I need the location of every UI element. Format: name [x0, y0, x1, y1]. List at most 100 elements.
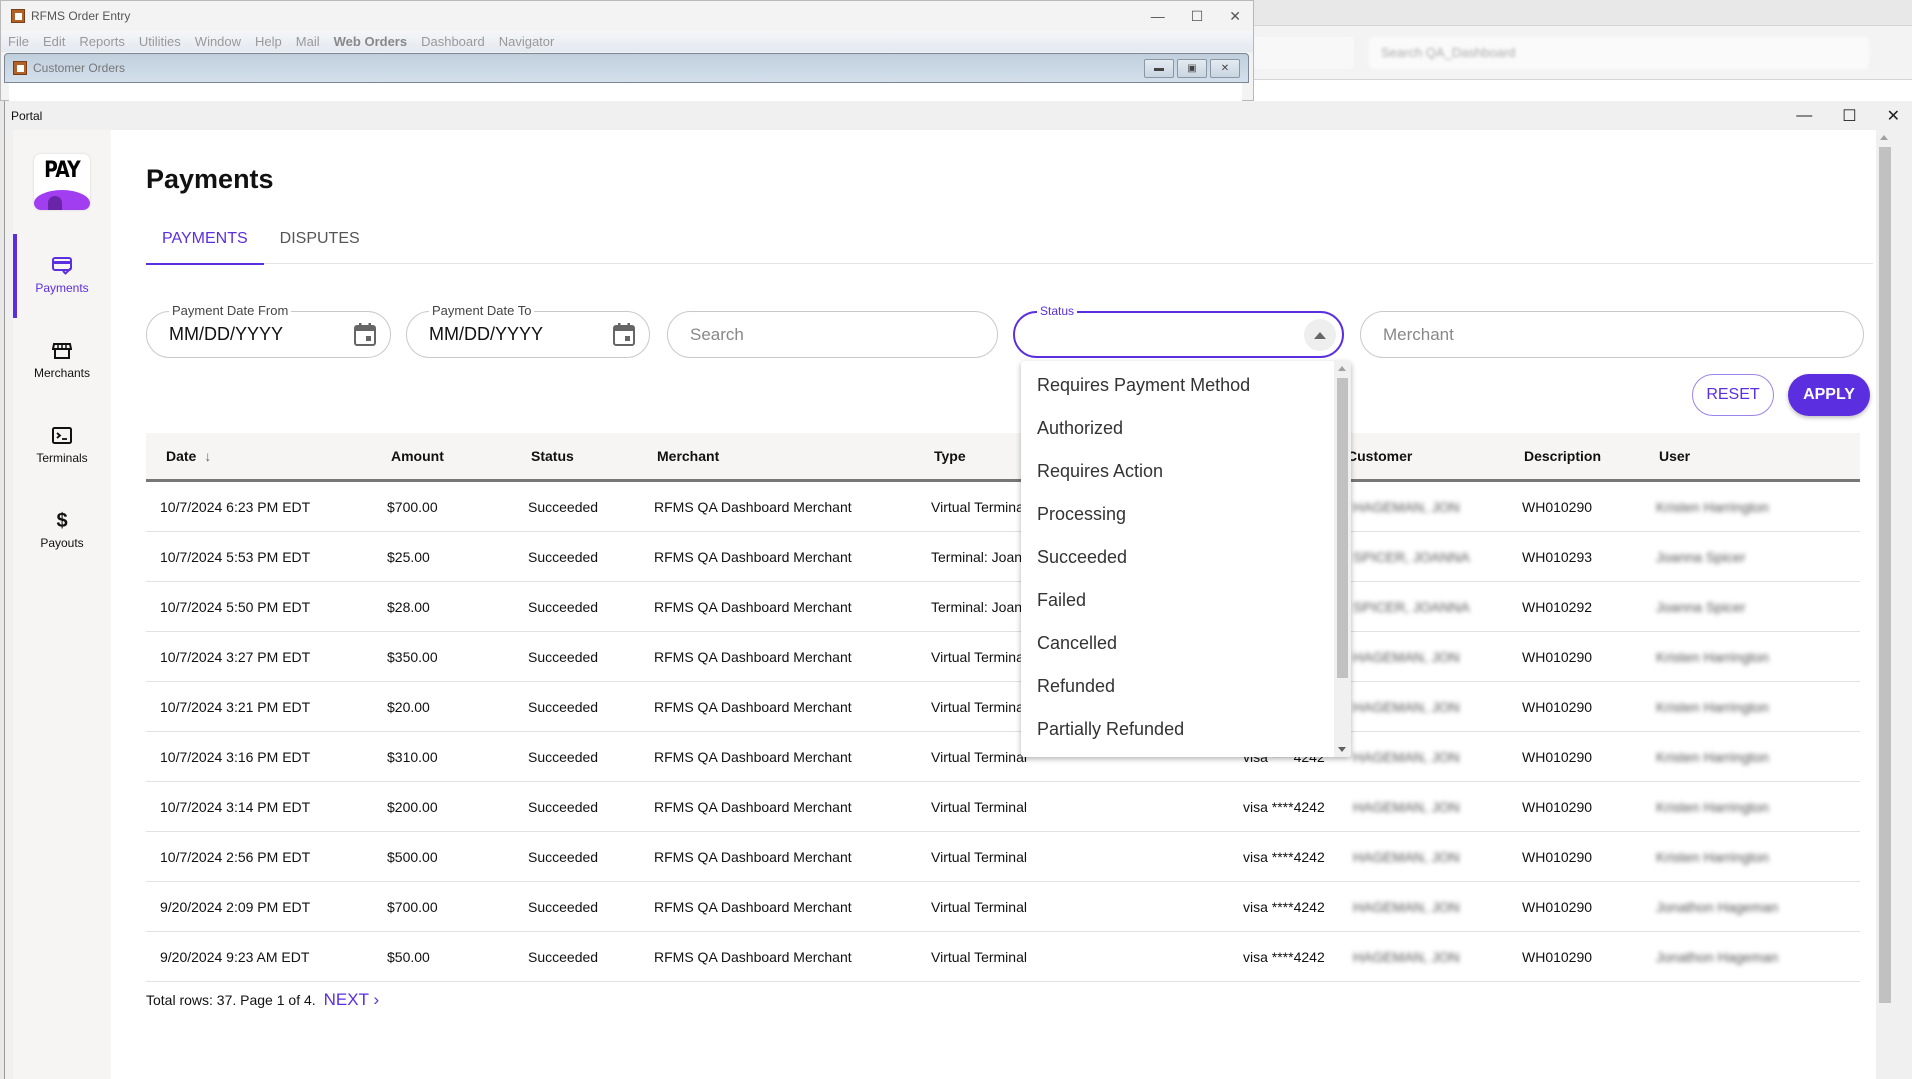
close-icon[interactable]: ✕: [1229, 8, 1241, 25]
column-header-amount[interactable]: Amount: [391, 433, 444, 479]
cell-card: visa ****4242: [1243, 948, 1325, 965]
cell-merchant: RFMS QA Dashboard Merchant: [654, 748, 852, 765]
sidebar-item-label: Payments: [35, 281, 89, 295]
customer-orders-title: Customer Orders: [33, 61, 126, 75]
menu-reports[interactable]: Reports: [79, 34, 125, 49]
scroll-up-icon[interactable]: [1338, 366, 1346, 371]
child-close-button[interactable]: ✕: [1210, 59, 1240, 78]
cell-merchant: RFMS QA Dashboard Merchant: [654, 948, 852, 965]
dropdown-scroll-thumb[interactable]: [1337, 378, 1348, 678]
calendar-icon[interactable]: [354, 322, 376, 346]
maximize-icon[interactable]: ☐: [1191, 8, 1204, 25]
menu-edit[interactable]: Edit: [43, 34, 65, 49]
scroll-up-icon[interactable]: [1880, 135, 1888, 140]
cell-date: 10/7/2024 3:27 PM EDT: [160, 648, 311, 665]
column-header-customer[interactable]: Customer: [1347, 433, 1412, 479]
merchant-input[interactable]: Merchant: [1360, 311, 1864, 358]
minimize-icon[interactable]: —: [1796, 107, 1812, 125]
table-row[interactable]: 10/7/2024 5:50 PM EDT $28.00 Succeeded RFMS…: [146, 582, 1860, 632]
menu-window[interactable]: Window: [195, 34, 241, 49]
status-option[interactable]: Refunded: [1037, 676, 1115, 697]
cell-customer: HAGEMAN, JON: [1353, 798, 1460, 815]
cell-user: Kristen Harrington: [1656, 748, 1769, 765]
page-scrollbar[interactable]: [1876, 130, 1893, 1079]
cell-status: Succeeded: [528, 498, 599, 515]
cell-status: Succeeded: [528, 848, 599, 865]
column-header-date[interactable]: Date ↓: [166, 433, 211, 479]
table-row[interactable]: 9/20/2024 9:23 AM EDT $50.00 Succeeded RFMS…: [146, 932, 1860, 982]
status-option[interactable]: Failed: [1037, 590, 1086, 611]
status-option[interactable]: Requires Action: [1037, 461, 1163, 482]
cell-user: Jonathon Hageman: [1656, 898, 1779, 915]
menu-help[interactable]: Help: [255, 34, 282, 49]
search-input[interactable]: Search: [667, 311, 998, 358]
page-scroll-thumb[interactable]: [1879, 147, 1891, 1003]
table-row[interactable]: 9/20/2024 2:09 PM EDT $700.00 Succeeded RFM…: [146, 882, 1860, 932]
column-header-type[interactable]: Type: [934, 433, 966, 479]
cell-user: Jonathon Hageman: [1656, 948, 1779, 965]
reset-button[interactable]: RESET: [1692, 374, 1774, 416]
status-option[interactable]: Authorized: [1037, 418, 1123, 439]
menu-dashboard[interactable]: Dashboard: [421, 34, 485, 49]
cell-date: 10/7/2024 5:53 PM EDT: [160, 548, 311, 565]
cell-status: Succeeded: [528, 548, 599, 565]
table-row[interactable]: 10/7/2024 3:14 PM EDT $200.00 Succeeded RFM…: [146, 782, 1860, 832]
payment-date-from-field[interactable]: Payment Date From MM/DD/YYYY: [146, 303, 391, 358]
column-header-description[interactable]: Description: [1524, 433, 1601, 479]
cell-customer: HAGEMAN, JON: [1353, 898, 1460, 915]
table-row[interactable]: 10/7/2024 2:56 PM EDT $500.00 Succeeded RFM…: [146, 832, 1860, 882]
caret-up-icon[interactable]: [1304, 319, 1336, 351]
menu-mail[interactable]: Mail: [296, 34, 320, 49]
column-header-user[interactable]: User: [1659, 433, 1690, 479]
table-row[interactable]: 10/7/2024 6:23 PM EDT $700.00 Succeeded RFM…: [146, 482, 1860, 532]
table-row[interactable]: 10/7/2024 3:16 PM EDT $310.00 Succeeded RFM…: [146, 732, 1860, 782]
status-option[interactable]: Partially Refunded: [1037, 719, 1184, 740]
tab-payments[interactable]: PAYMENTS: [146, 214, 264, 265]
minimize-icon[interactable]: —: [1151, 8, 1165, 24]
table-row[interactable]: 10/7/2024 5:53 PM EDT $25.00 Succeeded RFMS…: [146, 532, 1860, 582]
status-option[interactable]: Cancelled: [1037, 633, 1117, 654]
cell-amount: $28.00: [387, 598, 430, 615]
cell-customer: HAGEMAN, JON: [1353, 648, 1460, 665]
menu-web-orders[interactable]: Web Orders: [334, 34, 407, 49]
menu-file[interactable]: File: [8, 34, 29, 49]
cell-date: 10/7/2024 6:23 PM EDT: [160, 498, 311, 515]
maximize-icon[interactable]: ☐: [1842, 106, 1856, 126]
cell-amount: $700.00: [387, 898, 438, 915]
cell-type: Virtual Terminal: [931, 748, 1027, 765]
pay-logo: PAY: [34, 154, 90, 210]
sidebar-item-merchants[interactable]: Merchants: [13, 319, 111, 403]
status-option[interactable]: Requires Payment Method: [1037, 375, 1250, 396]
tab-disputes[interactable]: DISPUTES: [264, 214, 376, 264]
status-option[interactable]: Succeeded: [1037, 547, 1127, 568]
cell-customer: HAGEMAN, JON: [1353, 698, 1460, 715]
cell-date: 10/7/2024 3:16 PM EDT: [160, 748, 311, 765]
apply-button[interactable]: APPLY: [1788, 374, 1870, 416]
sidebar-item-terminals[interactable]: Terminals: [13, 404, 111, 488]
dropdown-scrollbar[interactable]: [1334, 361, 1351, 757]
sidebar-item-payments[interactable]: Payments: [13, 234, 111, 318]
status-option[interactable]: Processing: [1037, 504, 1126, 525]
sidebar-item-label: Merchants: [33, 366, 91, 380]
menu-utilities[interactable]: Utilities: [139, 34, 181, 49]
notepad-app-icon: [11, 9, 25, 23]
cell-amount: $700.00: [387, 498, 438, 515]
next-label: NEXT: [323, 990, 369, 1009]
table-row[interactable]: 10/7/2024 3:27 PM EDT $350.00 Succeeded RFM…: [146, 632, 1860, 682]
child-restore-button[interactable]: ▣: [1177, 59, 1207, 78]
background-content: [1254, 80, 1912, 101]
column-header-merchant[interactable]: Merchant: [657, 433, 719, 479]
cell-customer: SPICER, JOANNA: [1353, 598, 1470, 615]
cell-description: WH010292: [1522, 598, 1593, 615]
calendar-icon[interactable]: [613, 322, 635, 346]
child-minimize-button[interactable]: ▬: [1144, 59, 1174, 78]
column-header-status[interactable]: Status: [531, 433, 574, 479]
menu-navigator[interactable]: Navigator: [499, 34, 555, 49]
table-row[interactable]: 10/7/2024 3:21 PM EDT $20.00 Succeeded RFMS…: [146, 682, 1860, 732]
close-icon[interactable]: ✕: [1887, 106, 1900, 126]
scroll-down-icon[interactable]: [1338, 747, 1346, 752]
sidebar-item-payouts[interactable]: $ Payouts: [13, 489, 111, 573]
payment-date-to-field[interactable]: Payment Date To MM/DD/YYYY: [406, 303, 650, 358]
next-page-button[interactable]: NEXT ›: [324, 990, 379, 1010]
status-select[interactable]: Status: [1013, 304, 1344, 358]
